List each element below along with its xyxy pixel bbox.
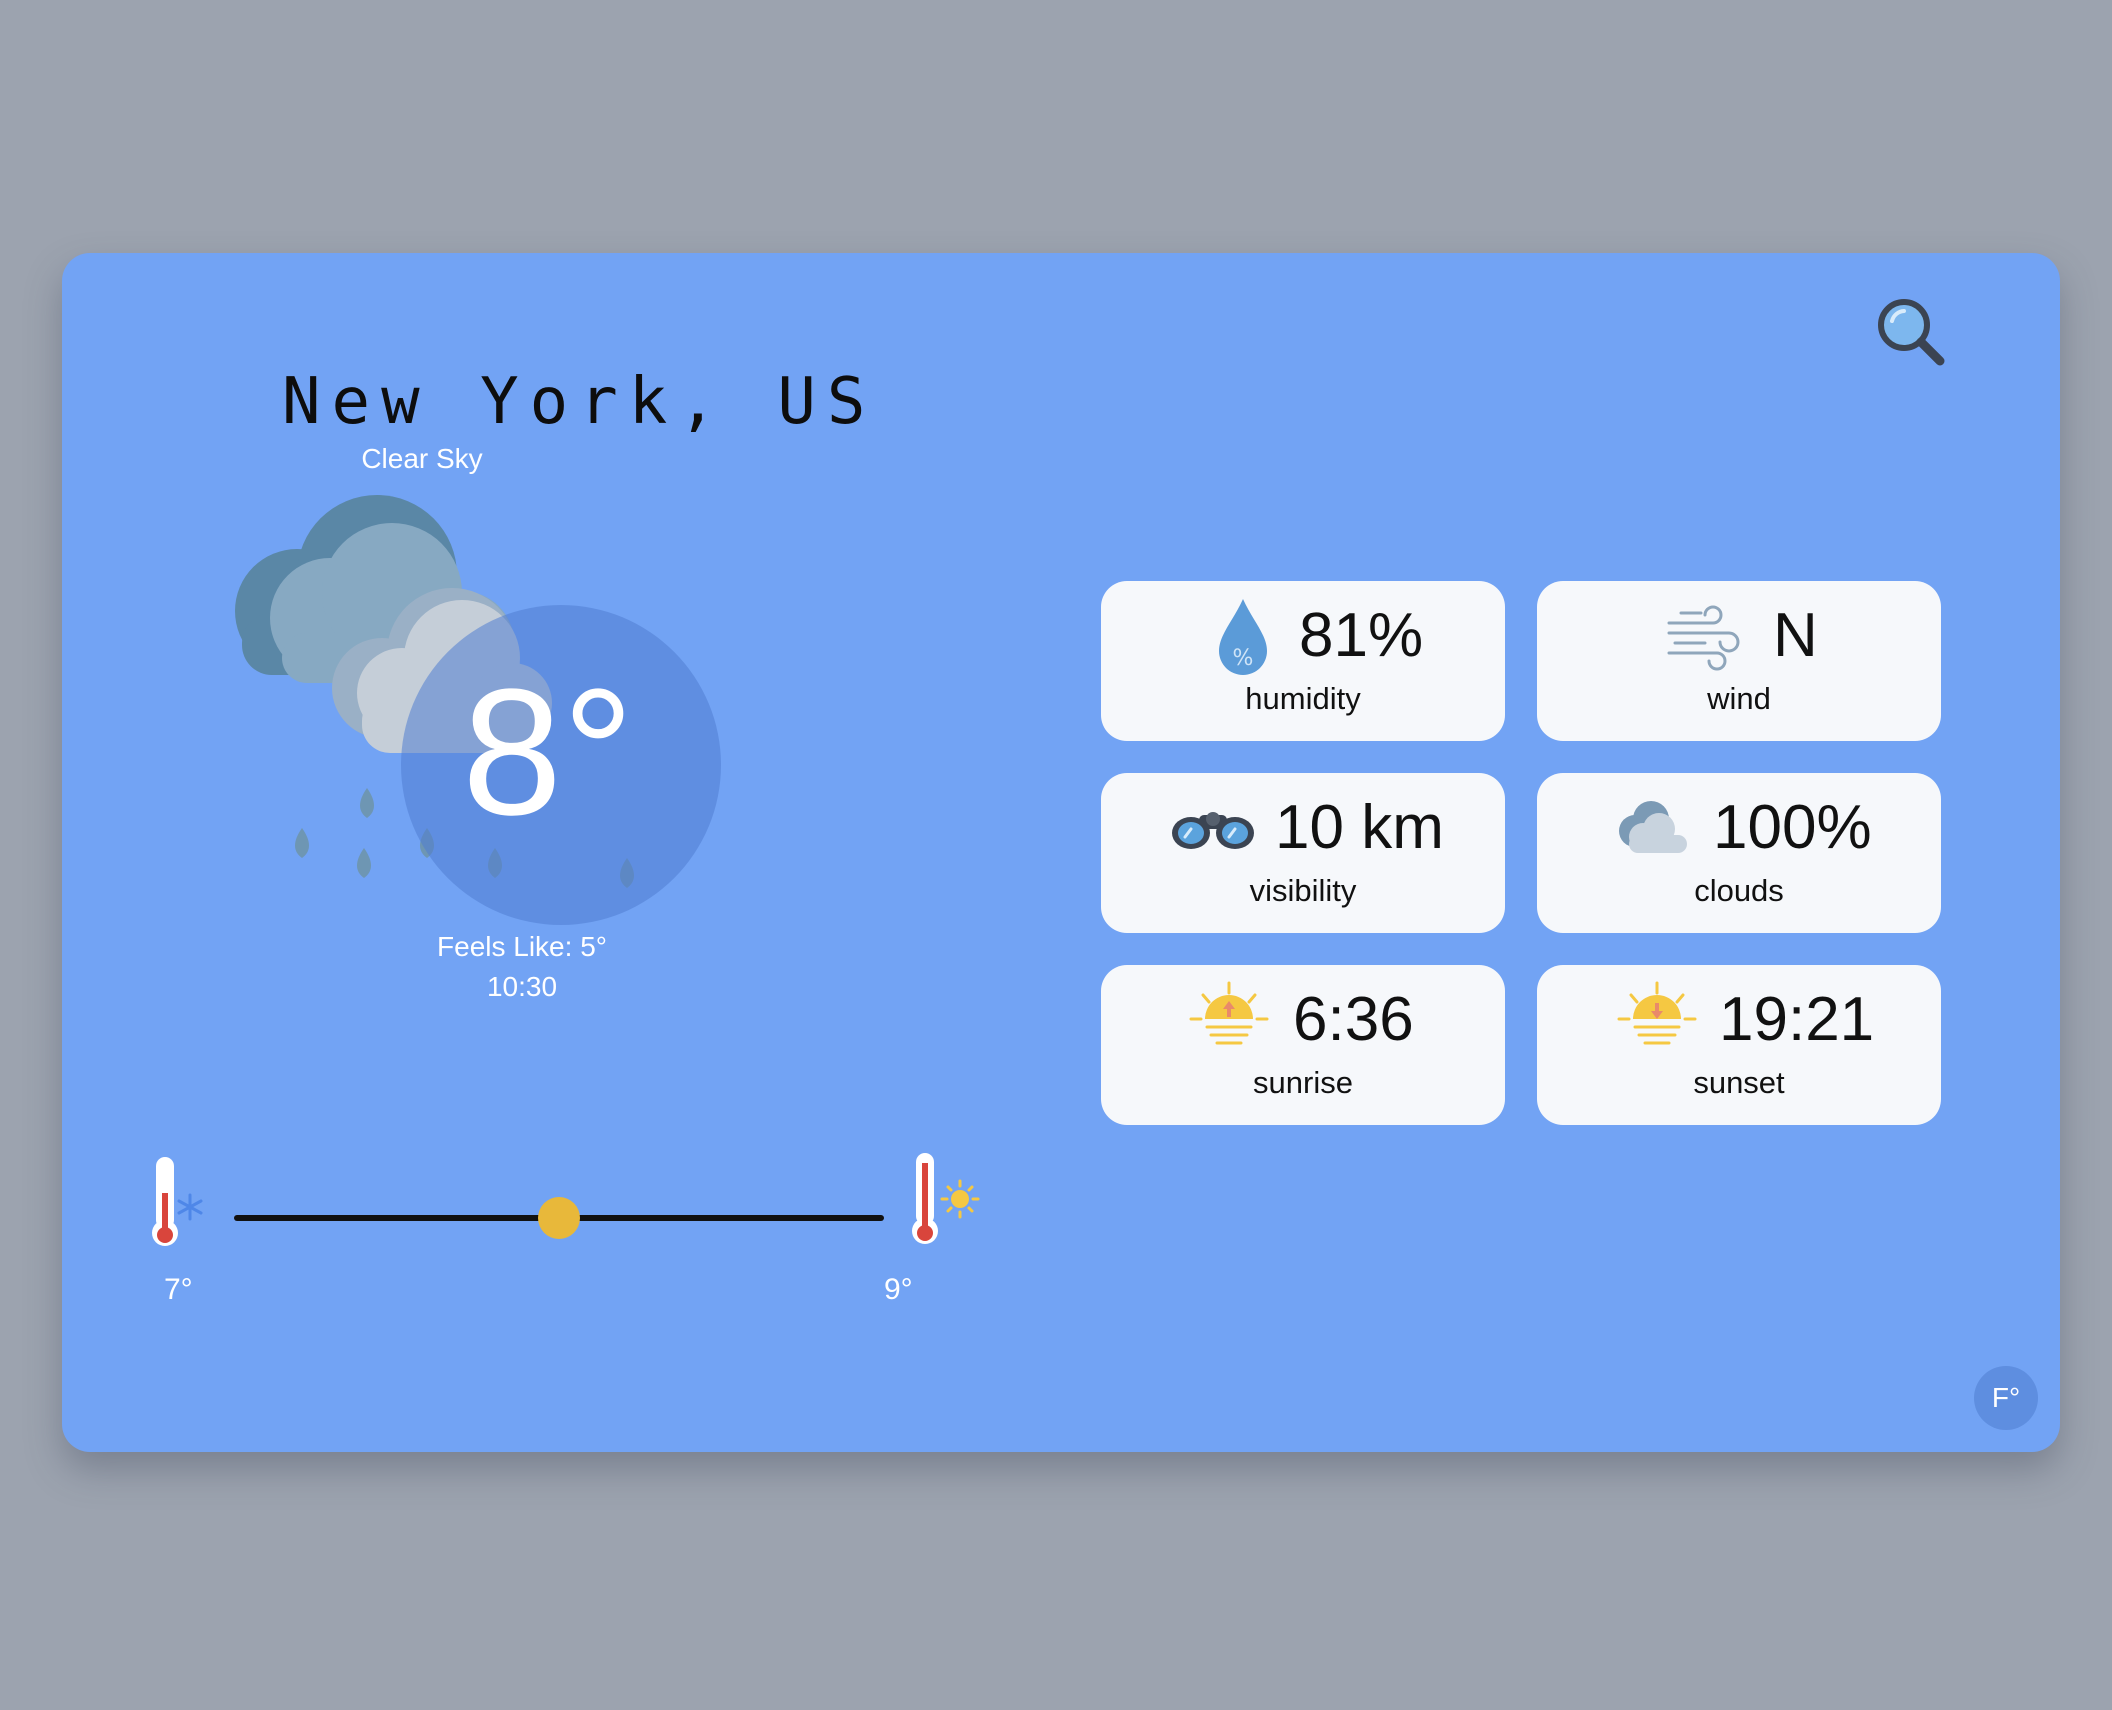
sunset-value: 19:21 <box>1719 985 1875 1054</box>
feels-like-text: Feels Like: 5° <box>437 931 607 962</box>
humidity-drop-icon: % <box>1219 599 1267 675</box>
visibility-value: 10 km <box>1275 793 1444 862</box>
sunrise-value: 6:36 <box>1293 985 1414 1054</box>
sunset-tile: 19:21 sunset <box>1537 965 1941 1125</box>
thermometer-hot-icon <box>912 1153 980 1244</box>
clouds-value: 100% <box>1713 793 1872 862</box>
feels-like-block: Feels Like: 5° 10:30 <box>262 927 782 1007</box>
weather-condition: Clear Sky <box>361 443 483 474</box>
sunrise-icon <box>1189 981 1269 1045</box>
sunset-icon <box>1617 981 1697 1045</box>
cloud-icon <box>1619 801 1687 853</box>
temperature-range-slider[interactable] <box>234 1197 884 1239</box>
thermometer-cold-icon <box>152 1157 203 1246</box>
humidity-value: 81% <box>1299 601 1424 670</box>
sunrise-tile: 6:36 sunrise <box>1101 965 1505 1125</box>
current-temperature-knob[interactable] <box>538 1197 580 1239</box>
sunset-label: sunset <box>1693 1065 1785 1100</box>
temperature-range: 7° 9° <box>142 1153 1062 1306</box>
clouds-tile: 100% clouds <box>1537 773 1941 933</box>
wind-icon <box>1667 605 1740 671</box>
city-title: New York, US <box>282 365 877 439</box>
svg-text:%: % <box>1233 646 1254 671</box>
weather-card: New York, US Clear Sky 8° Feels Like: 5°… <box>62 253 2060 1452</box>
visibility-tile: 10 km visibility <box>1101 773 1505 933</box>
wind-label: wind <box>1707 681 1771 716</box>
unit-toggle-button[interactable]: F° <box>1974 1366 2038 1430</box>
search-icon <box>1878 299 1945 366</box>
wind-value: N <box>1773 601 1818 670</box>
clouds-label: clouds <box>1694 873 1784 908</box>
max-temperature: 9° <box>884 1273 913 1306</box>
min-temperature: 7° <box>164 1273 193 1306</box>
visibility-label: visibility <box>1249 873 1357 908</box>
current-temperature: 8° <box>462 652 635 853</box>
binoculars-icon <box>1172 812 1254 849</box>
wind-tile: N wind <box>1537 581 1941 741</box>
local-time: 10:30 <box>486 971 558 1002</box>
search-button[interactable] <box>1872 293 1952 373</box>
sunrise-label: sunrise <box>1253 1065 1353 1100</box>
humidity-label: humidity <box>1245 681 1361 716</box>
humidity-tile: % 81% humidity <box>1101 581 1505 741</box>
